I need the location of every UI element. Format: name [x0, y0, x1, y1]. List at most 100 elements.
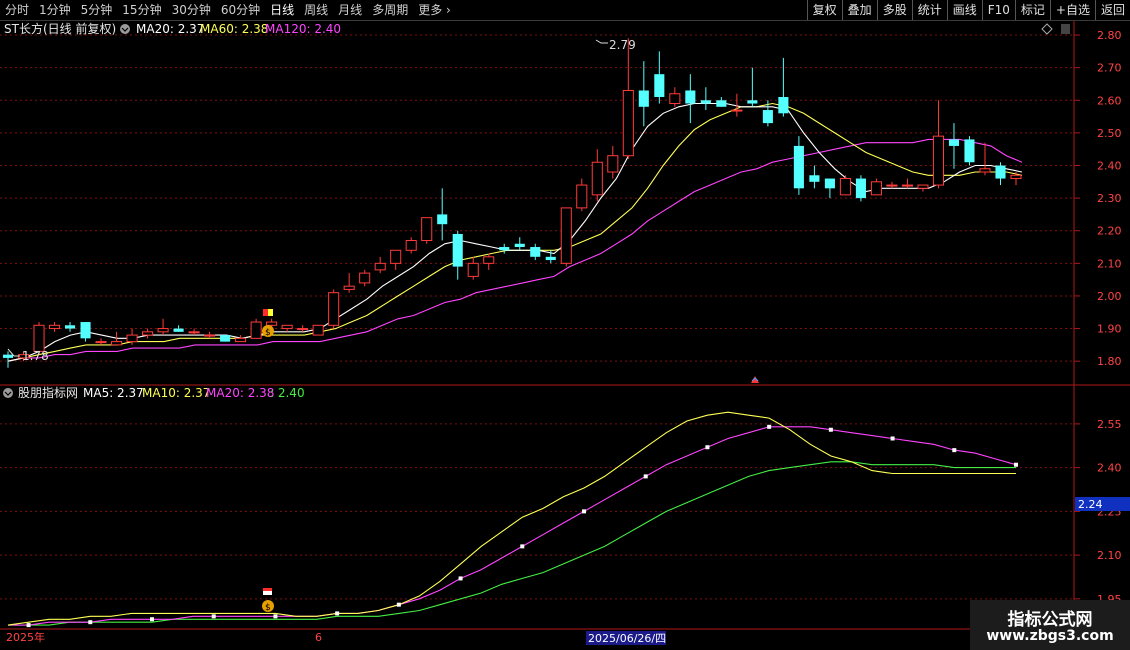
candle-body	[48, 324, 61, 330]
candle-body	[111, 341, 123, 346]
candle-body	[886, 184, 898, 187]
candle	[188, 328, 200, 336]
candle-body	[591, 161, 603, 196]
candle-body	[64, 325, 76, 329]
watermark: 指标公式网 www.zbgs3.com	[970, 600, 1130, 650]
candle-body	[685, 90, 696, 104]
candle	[685, 74, 696, 124]
ma-point-marker	[520, 544, 525, 549]
expand-arrow-icon[interactable]	[751, 376, 759, 383]
candle-body	[545, 256, 556, 261]
candle	[654, 51, 665, 104]
ma-point-marker	[890, 436, 895, 441]
candle	[452, 230, 463, 280]
candle-body	[499, 247, 510, 251]
indicator-collapse-icon[interactable]	[3, 388, 13, 398]
candle-body	[421, 217, 433, 242]
kline-chart[interactable]: 2.80 2.70 2.60 2.50 2.40 2.30 2.20 2.10 2.00 1.90…	[0, 0, 1130, 650]
ind-green-line	[8, 461, 1016, 626]
candle-body	[220, 335, 231, 342]
ma-point-marker	[767, 424, 772, 429]
candle-body	[266, 321, 278, 326]
grid-lines	[0, 34, 1074, 600]
candle	[405, 237, 417, 254]
candle	[390, 249, 402, 270]
signal-flag-icon-2	[263, 588, 272, 595]
candle	[870, 178, 882, 196]
candle	[839, 175, 851, 196]
candle	[824, 178, 835, 199]
legend-collapse-icon[interactable]	[120, 24, 130, 34]
diamond-icon[interactable]	[1041, 23, 1053, 35]
ma60-legend: MA60: 2.38	[200, 22, 268, 36]
candle	[297, 325, 309, 332]
price-tick: 2.00	[1097, 290, 1122, 303]
candle	[483, 253, 495, 270]
candle-body	[870, 181, 882, 196]
candle-body	[142, 331, 154, 336]
candle	[932, 100, 945, 189]
candle	[778, 57, 789, 117]
price-tick: 2.50	[1097, 127, 1122, 140]
candle-body	[964, 139, 975, 163]
candle	[421, 217, 433, 244]
candle-body	[173, 328, 184, 332]
candle-body	[281, 324, 293, 330]
candle	[700, 87, 711, 111]
ind-ma5-legend: MA5: 2.37	[83, 386, 144, 400]
ma-point-marker	[273, 614, 278, 619]
high-marker	[595, 39, 608, 44]
candle-body	[901, 184, 913, 187]
candle-body	[824, 178, 835, 189]
indicator-tick: 2.40	[1097, 462, 1122, 475]
candle	[235, 335, 247, 343]
candle	[855, 175, 866, 202]
month-label: 6	[315, 631, 322, 644]
candle	[979, 142, 991, 176]
price-tick: 1.80	[1097, 355, 1122, 368]
candle	[607, 145, 619, 179]
candle	[530, 243, 541, 261]
ind-ma20-line	[8, 426, 1017, 626]
candle-body	[95, 341, 107, 344]
candle	[467, 256, 479, 280]
ma-point-marker	[150, 617, 154, 622]
price-tick: 2.20	[1097, 225, 1122, 238]
watermark-title: 指标公式网	[1007, 610, 1093, 630]
ind-ma20-legend: MA20: 2.38	[206, 386, 274, 400]
candle-body	[514, 243, 525, 248]
candle	[359, 269, 371, 287]
signal-flag-icon	[263, 309, 273, 316]
scroll-handle[interactable]	[1061, 24, 1070, 34]
ma-point-marker	[211, 614, 216, 619]
candle-body	[731, 109, 743, 112]
candle	[343, 273, 355, 293]
price-axis: 2.80 2.70 2.60 2.50 2.40 2.30 2.20 2.10 2.00 1.90…	[1074, 29, 1122, 606]
indicator-tick: 2.10	[1097, 549, 1122, 562]
candle-body	[607, 155, 619, 173]
candle-body	[669, 93, 681, 105]
candle	[1010, 172, 1022, 186]
candle-body	[716, 100, 727, 107]
ma20-legend: MA20: 2.37	[136, 22, 204, 36]
low-label: 1.78	[22, 349, 49, 363]
money-bag-icon: $	[262, 325, 274, 338]
candle-body	[809, 175, 820, 182]
candle-body	[80, 322, 91, 339]
candle	[312, 324, 324, 336]
candle	[948, 123, 960, 169]
candle-body	[126, 334, 138, 343]
ma-point-marker	[396, 602, 401, 607]
candle	[142, 328, 154, 339]
stock-title: ST长方(日线 前复权)	[4, 21, 116, 36]
svg-text:$: $	[265, 328, 271, 338]
candle-body	[374, 262, 386, 271]
candle-body	[932, 135, 945, 186]
ind-ma10-legend: MA10: 2.37	[142, 386, 210, 400]
indicator-lines	[7, 411, 1018, 628]
ma-point-marker	[582, 509, 586, 514]
candle-body	[405, 240, 417, 251]
candle-body	[235, 337, 247, 343]
candlesticks	[2, 38, 1022, 368]
candle-body	[204, 334, 216, 337]
